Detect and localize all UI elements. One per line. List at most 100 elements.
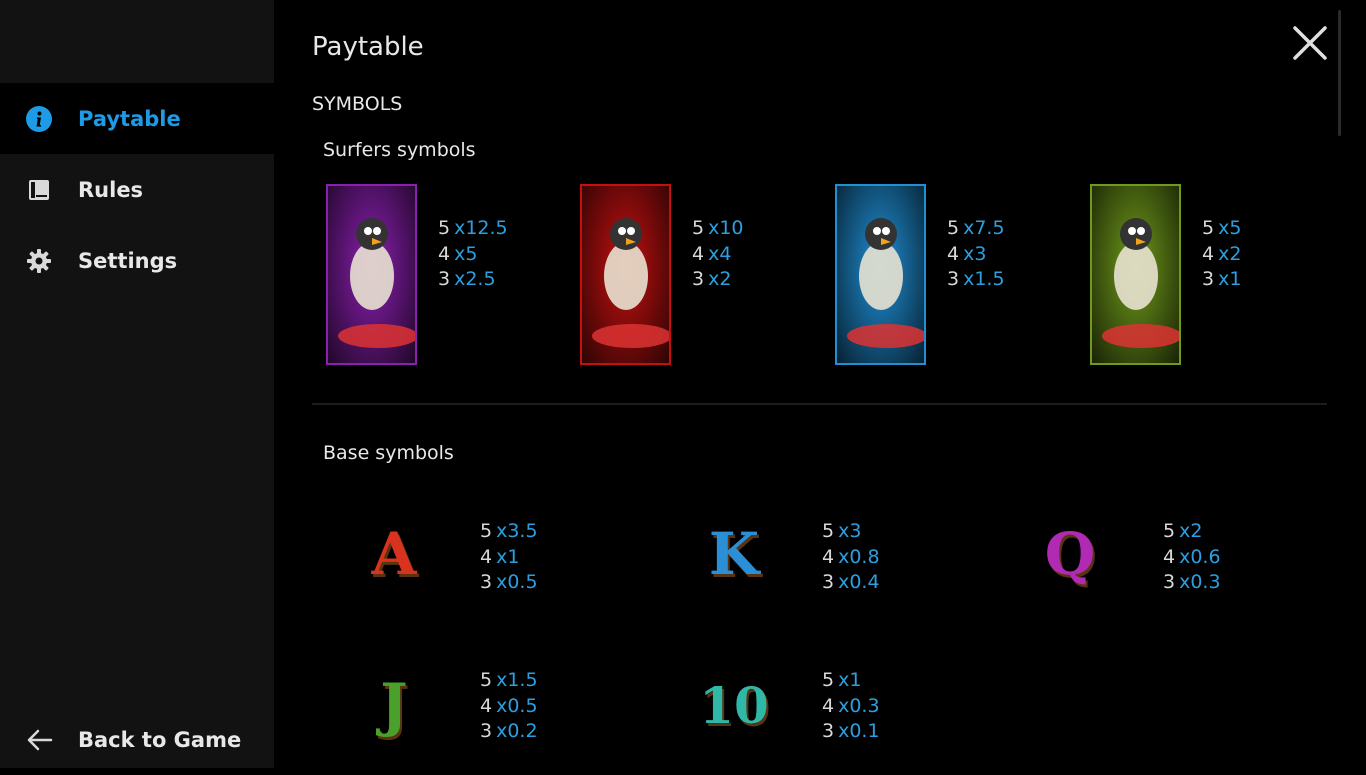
parrot-surfer-icon (592, 218, 672, 348)
surfer-symbol-card (1090, 184, 1182, 365)
back-to-game-button[interactable]: Back to Game (0, 704, 274, 775)
surfer-symbol-card (835, 184, 927, 365)
pay-count: 4 (692, 242, 705, 265)
eagle-surfer-icon (847, 218, 927, 348)
pay-count: 4 (1163, 545, 1176, 568)
pay-row: 4 x0.8 (822, 545, 880, 571)
pay-multiplier: x3.5 (496, 520, 538, 542)
pay-multiplier: x0.6 (1179, 545, 1221, 568)
pay-count: 3 (822, 720, 835, 742)
pay-row: 3 x0.4 (822, 570, 880, 596)
pay-multiplier: x3 (963, 242, 987, 265)
pay-count: 4 (1202, 242, 1215, 265)
base-symbol-k: K (708, 520, 760, 588)
pay-count: 4 (480, 545, 493, 568)
sidebar-item-label: Rules (78, 177, 144, 202)
base-symbol-10: 10 (699, 675, 769, 735)
pay-row: 4 x0.3 (822, 694, 880, 720)
pay-multiplier: x5 (1218, 217, 1242, 239)
pay-count: 3 (1163, 571, 1176, 593)
pay-multiplier: x4 (708, 242, 732, 265)
pay-count: 5 (438, 217, 451, 239)
sidebar-item-rules[interactable]: Rules (0, 154, 274, 225)
pay-count: 4 (438, 242, 451, 265)
pay-table: 5 x3 4 x0.8 3 x0.4 (822, 519, 880, 596)
scrollbar[interactable] (1338, 10, 1341, 136)
pay-count: 5 (480, 520, 493, 542)
pay-multiplier: x1 (838, 669, 862, 691)
pay-count: 5 (822, 520, 835, 542)
pay-row: 5 x3.5 (480, 519, 538, 545)
vulture-surfer-icon (1102, 218, 1182, 348)
sidebar-item-paytable[interactable]: Paytable (0, 83, 274, 154)
pay-multiplier: x0.2 (496, 720, 538, 742)
pay-count: 5 (692, 217, 705, 239)
penguin-surfer-icon (338, 218, 418, 348)
pay-row: 5 x3 (822, 519, 880, 545)
pay-multiplier: x0.3 (838, 694, 880, 717)
pay-row: 4 x2 (1202, 242, 1241, 268)
pay-multiplier: x0.1 (838, 720, 880, 742)
pay-row: 5 x12.5 (438, 216, 508, 242)
sidebar-item-label: Settings (78, 248, 178, 273)
pay-row: 3 x0.5 (480, 570, 538, 596)
pay-multiplier: x1 (496, 545, 520, 568)
pay-multiplier: x5 (454, 242, 478, 265)
gear-icon (25, 247, 53, 275)
pay-count: 4 (822, 694, 835, 717)
pay-multiplier: x0.5 (496, 694, 538, 717)
pay-multiplier: x0.3 (1179, 571, 1221, 593)
pay-count: 5 (1202, 217, 1215, 239)
pay-row: 4 x3 (947, 242, 1005, 268)
pay-row: 3 x2.5 (438, 267, 508, 293)
close-button[interactable] (1291, 24, 1329, 62)
pay-row: 5 x2 (1163, 519, 1221, 545)
pay-multiplier: x2 (1179, 520, 1203, 542)
pay-row: 5 x7.5 (947, 216, 1005, 242)
info-icon (25, 105, 53, 133)
sidebar-item-label: Paytable (78, 106, 181, 131)
pay-table: 5 x7.5 4 x3 3 x1.5 (947, 216, 1005, 293)
pay-multiplier: x2.5 (454, 268, 496, 290)
pay-row: 4 x1 (480, 545, 538, 571)
sidebar-item-settings[interactable]: Settings (0, 225, 274, 296)
pay-row: 3 x2 (692, 267, 744, 293)
pay-row: 3 x0.3 (1163, 570, 1221, 596)
pay-multiplier: x0.5 (496, 571, 538, 593)
pay-multiplier: x3 (838, 520, 862, 542)
section-title: SYMBOLS (312, 93, 403, 115)
pay-table: 5 x3.5 4 x1 3 x0.5 (480, 519, 538, 596)
pay-count: 3 (1202, 268, 1215, 290)
pay-count: 3 (692, 268, 705, 290)
pay-count: 5 (1163, 520, 1176, 542)
page-title: Paytable (312, 32, 424, 62)
base-symbol-q: Q (1044, 520, 1096, 588)
pay-multiplier: x7.5 (963, 217, 1005, 239)
pay-row: 3 x1.5 (947, 267, 1005, 293)
pay-row: 3 x0.1 (822, 719, 880, 745)
pay-row: 5 x1 (822, 668, 880, 694)
pay-row: 4 x0.5 (480, 694, 538, 720)
pay-row: 4 x4 (692, 242, 744, 268)
surfer-symbol-card (326, 184, 418, 365)
pay-table: 5 x5 4 x2 3 x1 (1202, 216, 1241, 293)
base-symbol-a: A (371, 520, 417, 588)
pay-table: 5 x1.5 4 x0.5 3 x0.2 (480, 668, 538, 745)
pay-row: 5 x1.5 (480, 668, 538, 694)
pay-table: 5 x12.5 4 x5 3 x2.5 (438, 216, 508, 293)
sidebar: Paytable Rules Settings Back to Game (0, 0, 274, 768)
arrow-left-icon (25, 726, 53, 754)
pay-multiplier: x0.8 (838, 545, 880, 568)
pay-multiplier: x12.5 (454, 217, 508, 239)
pay-table: 5 x10 4 x4 3 x2 (692, 216, 744, 293)
book-icon (25, 176, 53, 204)
pay-count: 4 (480, 694, 493, 717)
back-label: Back to Game (78, 727, 242, 752)
pay-count: 3 (947, 268, 960, 290)
pay-multiplier: x1.5 (963, 268, 1005, 290)
pay-row: 5 x5 (1202, 216, 1241, 242)
pay-multiplier: x1 (1218, 268, 1242, 290)
pay-count: 4 (947, 242, 960, 265)
pay-count: 5 (480, 669, 493, 691)
pay-multiplier: x2 (708, 268, 732, 290)
